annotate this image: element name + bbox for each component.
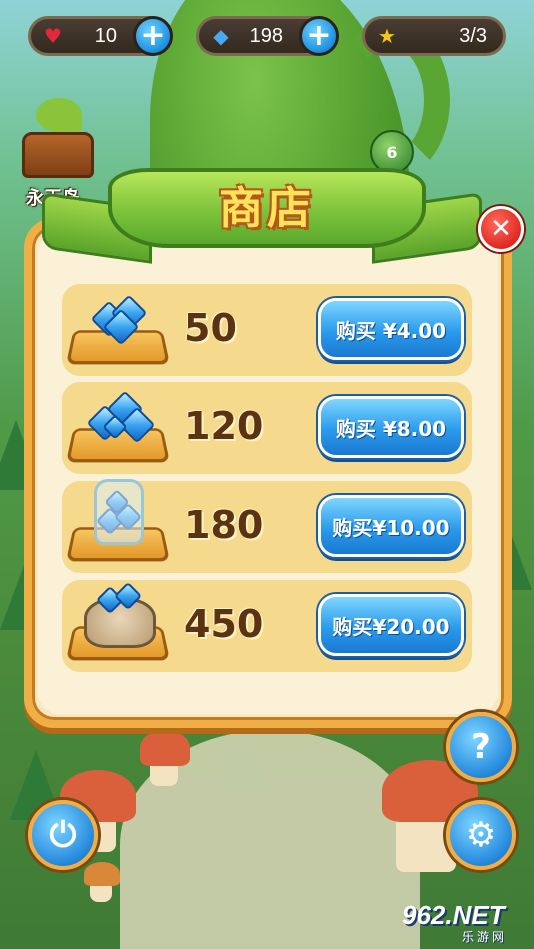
buy-button[interactable]: 购买¥10.00 <box>318 495 464 557</box>
buy-button[interactable]: 购买¥20.00 <box>318 594 464 656</box>
help-button[interactable]: ? <box>446 712 516 782</box>
gem-jar-icon <box>90 479 148 545</box>
buy-button[interactable]: 购买 ¥4.00 <box>318 298 464 360</box>
leaf-decoration <box>36 98 82 132</box>
small-mushroom-cap <box>84 862 120 886</box>
broken-heart-icon: ♥ <box>44 24 62 48</box>
level-node-number: 6 <box>386 142 398 162</box>
power-icon: ⏻ <box>49 815 77 855</box>
gem-amount: 450 <box>184 602 264 646</box>
close-button[interactable]: ✕ <box>478 206 524 252</box>
gem-icon: ◆ <box>213 24 229 48</box>
watermark-sub: 乐游网 <box>462 930 508 944</box>
shop-item-row: 50 购买 ¥4.00 <box>62 284 472 376</box>
gem-amount: 50 <box>184 306 237 350</box>
shop-item-row: 180 购买¥10.00 <box>62 479 472 573</box>
lives-counter: ♥ 10 + <box>28 16 173 56</box>
gem-pile-medium-icon <box>86 390 156 444</box>
lives-value: 10 <box>94 25 117 47</box>
stars-counter: ★ 3/3 <box>362 16 506 56</box>
gem-amount: 120 <box>184 404 264 448</box>
gear-icon: ⚙ <box>465 815 497 855</box>
gem-pile-small-icon <box>90 294 148 346</box>
gem-amount: 180 <box>184 503 264 547</box>
gem-sack-icon <box>84 581 156 648</box>
site-watermark: 962.NET 乐游网 <box>396 898 532 946</box>
treasure-chest-icon <box>22 132 94 178</box>
treasure-island-button[interactable]: 永玉岛 <box>12 96 108 209</box>
gems-counter: ◆ 198 + <box>196 16 339 56</box>
settings-button[interactable]: ⚙ <box>446 800 516 870</box>
add-gems-button[interactable]: + <box>299 16 339 56</box>
question-icon: ? <box>471 727 491 767</box>
watermark-main: 962.NET <box>402 900 505 930</box>
mushroom-house-roof <box>140 730 190 766</box>
buy-button[interactable]: 购买 ¥8.00 <box>318 396 464 458</box>
close-icon: ✕ <box>490 214 512 244</box>
shop-item-row: 120 购买 ¥8.00 <box>62 382 472 474</box>
gems-value: 198 <box>249 25 283 47</box>
stars-value: 3/3 <box>459 25 487 47</box>
power-button[interactable]: ⏻ <box>28 800 98 870</box>
star-icon: ★ <box>378 24 396 48</box>
shop-title: 商店 <box>219 183 315 234</box>
shop-item-row: 450 购买¥20.00 <box>62 580 472 672</box>
add-lives-button[interactable]: + <box>133 16 173 56</box>
